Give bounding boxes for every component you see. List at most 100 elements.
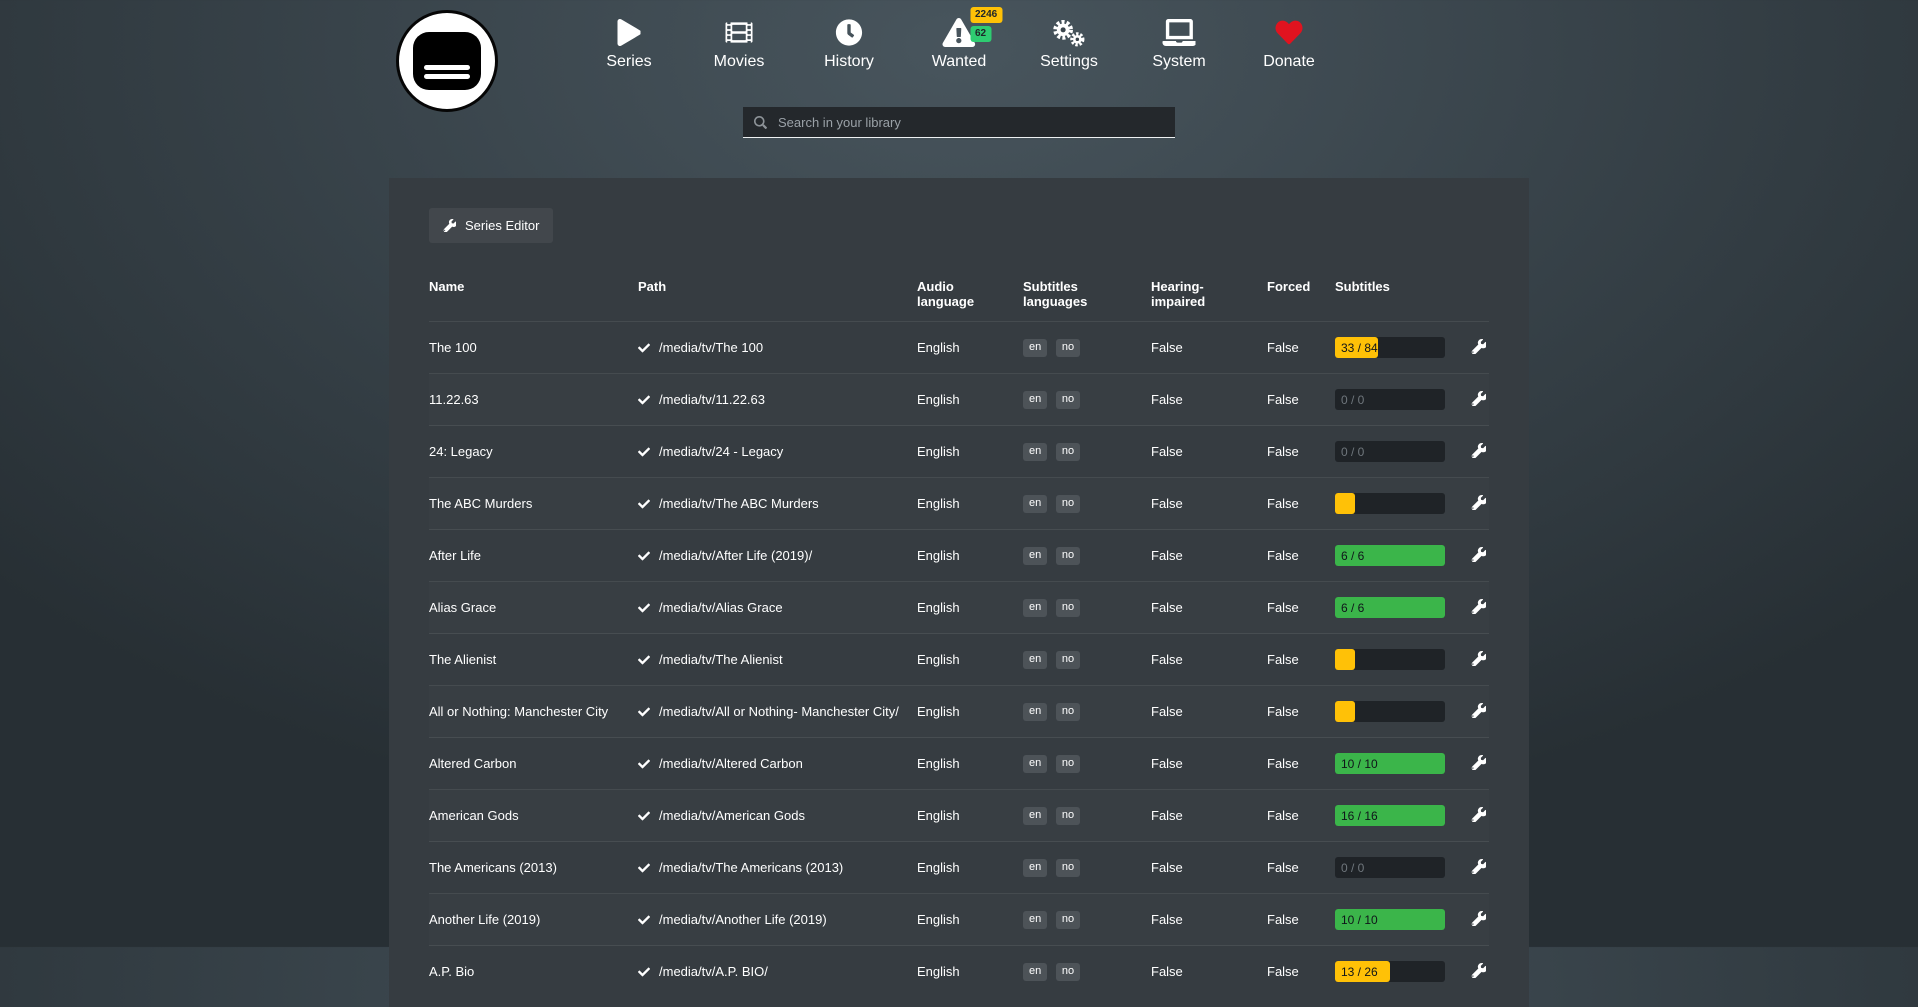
- edit-series-button[interactable]: [1471, 755, 1486, 770]
- nav-item-system[interactable]: System: [1148, 16, 1211, 71]
- check-icon: [638, 342, 650, 354]
- series-editor-label: Series Editor: [465, 218, 539, 233]
- nav-item-donate[interactable]: Donate: [1258, 16, 1321, 71]
- series-path: /media/tv/A.P. BIO/: [659, 964, 768, 979]
- series-name-link[interactable]: Alias Grace: [429, 600, 496, 615]
- progress-label: 10 / 10: [1341, 757, 1378, 771]
- subtitles-progress-bar: 0 / 0: [1335, 857, 1445, 878]
- subtitles-progress-bar: [1335, 493, 1445, 514]
- audio-language: English: [917, 340, 960, 355]
- subtitle-language-chip: en: [1023, 599, 1047, 617]
- nav-item-history[interactable]: History: [818, 16, 881, 71]
- forced-value: False: [1267, 704, 1299, 719]
- audio-language: English: [917, 548, 960, 563]
- wrench-icon: [1471, 651, 1486, 666]
- wrench-icon: [1471, 963, 1486, 978]
- forced-value: False: [1267, 964, 1299, 979]
- col-header-name: Name: [429, 271, 630, 322]
- edit-series-button[interactable]: [1471, 443, 1486, 458]
- check-icon: [638, 862, 650, 874]
- subtitle-language-chip: no: [1056, 859, 1080, 877]
- edit-series-button[interactable]: [1471, 391, 1486, 406]
- progress-fill: [1335, 493, 1355, 514]
- hearing-impaired-value: False: [1151, 808, 1183, 823]
- subtitle-language-chip: no: [1056, 443, 1080, 461]
- audio-language: English: [917, 860, 960, 875]
- edit-series-button[interactable]: [1471, 963, 1486, 978]
- series-name-link[interactable]: A.P. Bio: [429, 964, 474, 979]
- series-name-link[interactable]: 24: Legacy: [429, 444, 493, 459]
- nav-label-settings: Settings: [1040, 53, 1098, 71]
- forced-value: False: [1267, 340, 1299, 355]
- app-logo[interactable]: [396, 10, 498, 112]
- forced-value: False: [1267, 600, 1299, 615]
- subtitle-language-chip: en: [1023, 547, 1047, 565]
- col-header-hearing-impaired: Hearing-impaired: [1143, 271, 1259, 322]
- forced-value: False: [1267, 496, 1299, 511]
- series-path: /media/tv/The 100: [659, 340, 763, 355]
- col-header-subtitles: Subtitles: [1327, 271, 1463, 322]
- edit-series-button[interactable]: [1471, 339, 1486, 354]
- subtitle-language-chip: en: [1023, 339, 1047, 357]
- hearing-impaired-value: False: [1151, 548, 1183, 563]
- series-editor-button[interactable]: Series Editor: [429, 208, 553, 243]
- nav-item-settings[interactable]: Settings: [1038, 16, 1101, 71]
- wrench-icon: [1471, 339, 1486, 354]
- check-icon: [638, 914, 650, 926]
- edit-series-button[interactable]: [1471, 599, 1486, 614]
- edit-series-button[interactable]: [1471, 495, 1486, 510]
- edit-series-button[interactable]: [1471, 911, 1486, 926]
- series-path: /media/tv/The Alienist: [659, 652, 783, 667]
- heart-icon: [1276, 16, 1303, 49]
- series-path: /media/tv/Another Life (2019): [659, 912, 827, 927]
- series-path: /media/tv/The ABC Murders: [659, 496, 819, 511]
- subtitle-language-chip: en: [1023, 755, 1047, 773]
- table-row: American Gods /media/tv/American Gods En…: [429, 790, 1489, 842]
- hearing-impaired-value: False: [1151, 392, 1183, 407]
- edit-series-button[interactable]: [1471, 651, 1486, 666]
- progress-fill: [1335, 649, 1355, 670]
- nav-item-wanted[interactable]: 2246 62 Wanted: [928, 16, 991, 71]
- table-row: 24: Legacy /media/tv/24 - Legacy English…: [429, 426, 1489, 478]
- series-name-link[interactable]: The ABC Murders: [429, 496, 532, 511]
- table-row: After Life /media/tv/After Life (2019)/ …: [429, 530, 1489, 582]
- hearing-impaired-value: False: [1151, 912, 1183, 927]
- series-name-link[interactable]: The Americans (2013): [429, 860, 557, 875]
- progress-label: 10 / 10: [1341, 913, 1378, 927]
- hearing-impaired-value: False: [1151, 496, 1183, 511]
- edit-series-button[interactable]: [1471, 547, 1486, 562]
- edit-series-button[interactable]: [1471, 859, 1486, 874]
- series-name-link[interactable]: After Life: [429, 548, 481, 563]
- subtitles-progress-bar: 10 / 10: [1335, 753, 1445, 774]
- subtitles-progress-bar: 10 / 10: [1335, 909, 1445, 930]
- subtitle-language-chip: no: [1056, 339, 1080, 357]
- subtitle-language-chip: no: [1056, 547, 1080, 565]
- edit-series-button[interactable]: [1471, 703, 1486, 718]
- series-name-link[interactable]: The 100: [429, 340, 477, 355]
- nav-item-movies[interactable]: Movies: [708, 16, 771, 71]
- subtitles-progress-bar: 33 / 84: [1335, 337, 1445, 358]
- series-name-link[interactable]: American Gods: [429, 808, 519, 823]
- subtitle-language-chip: no: [1056, 911, 1080, 929]
- subtitles-progress-bar: [1335, 701, 1445, 722]
- series-name-link[interactable]: All or Nothing: Manchester City: [429, 704, 608, 719]
- series-name-link[interactable]: 11.22.63: [429, 392, 479, 407]
- check-icon: [638, 654, 650, 666]
- edit-series-button[interactable]: [1471, 807, 1486, 822]
- subtitle-language-chip: en: [1023, 859, 1047, 877]
- series-name-link[interactable]: The Alienist: [429, 652, 496, 667]
- wanted-series-count-badge: 2246: [970, 7, 1002, 23]
- progress-label: 33 / 84: [1341, 341, 1378, 355]
- check-icon: [638, 706, 650, 718]
- audio-language: English: [917, 964, 960, 979]
- hearing-impaired-value: False: [1151, 340, 1183, 355]
- series-name-link[interactable]: Another Life (2019): [429, 912, 540, 927]
- nav-item-series[interactable]: Series: [598, 16, 661, 71]
- series-name-link[interactable]: Altered Carbon: [429, 756, 516, 771]
- hearing-impaired-value: False: [1151, 860, 1183, 875]
- table-row: The 100 /media/tv/The 100 English en no …: [429, 322, 1489, 374]
- table-row: 11.22.63 /media/tv/11.22.63 English en n…: [429, 374, 1489, 426]
- wrench-icon: [1471, 859, 1486, 874]
- check-icon: [638, 498, 650, 510]
- search-input[interactable]: [776, 114, 1164, 131]
